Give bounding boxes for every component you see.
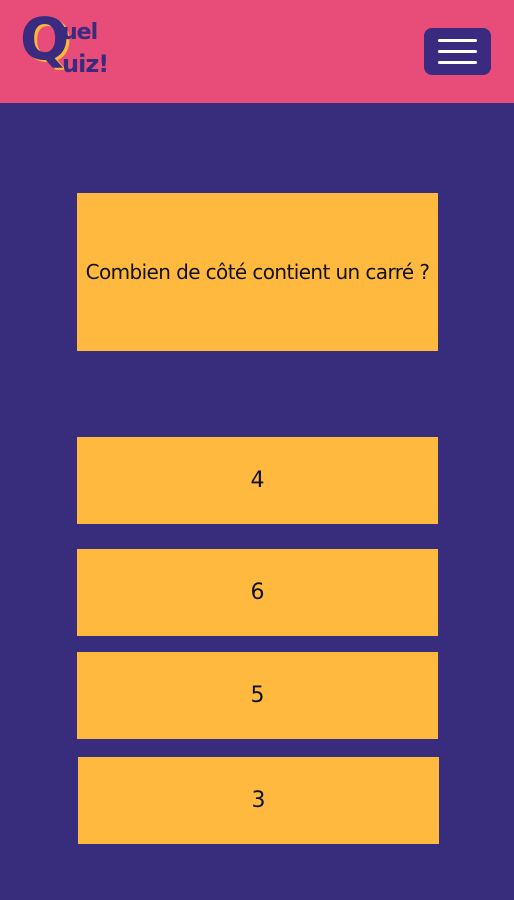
answer-label: 4 bbox=[250, 468, 265, 493]
answer-label: 5 bbox=[250, 683, 265, 708]
hamburger-menu-icon bbox=[438, 39, 477, 42]
header: Q uel uiz! bbox=[0, 0, 514, 103]
menu-button[interactable] bbox=[424, 28, 491, 75]
hamburger-menu-icon-bar bbox=[438, 61, 477, 64]
quel-quiz-logo[interactable]: Q uel uiz! bbox=[20, 10, 120, 80]
logo-line-1: uel bbox=[62, 20, 98, 45]
answer-label: 3 bbox=[251, 788, 266, 813]
answer-button[interactable]: 3 bbox=[78, 757, 439, 844]
hamburger-menu-icon-bar bbox=[438, 50, 477, 53]
logo-line-2: uiz! bbox=[62, 50, 109, 78]
answer-button[interactable]: 5 bbox=[77, 652, 438, 739]
question-card: Combien de côté contient un carré ? bbox=[77, 193, 438, 351]
answer-button[interactable]: 4 bbox=[77, 437, 438, 524]
answer-button[interactable]: 6 bbox=[77, 549, 438, 636]
question-text: Combien de côté contient un carré ? bbox=[85, 260, 430, 284]
answer-label: 6 bbox=[250, 580, 265, 605]
